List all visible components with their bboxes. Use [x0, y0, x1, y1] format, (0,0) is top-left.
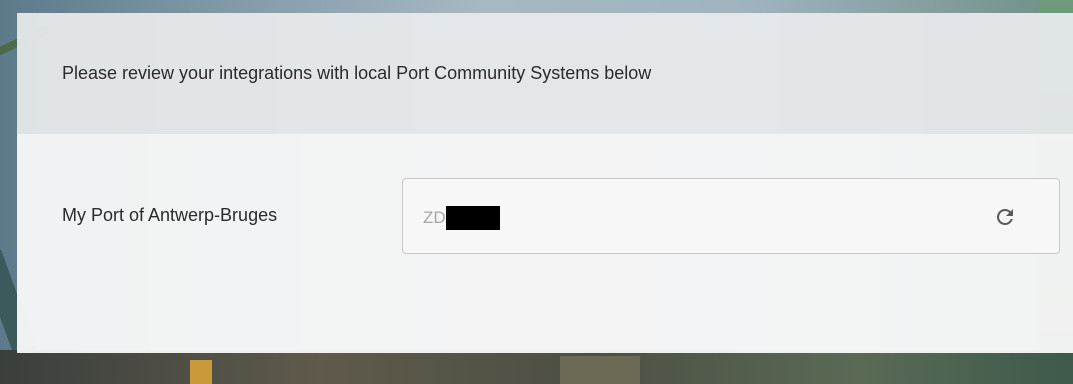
background-container — [190, 360, 212, 384]
integration-id-field[interactable]: ZD — [402, 178, 1060, 254]
panel-header: Please review your integrations with loc… — [17, 13, 1073, 134]
integrations-panel: Please review your integrations with loc… — [17, 13, 1073, 353]
background-ground — [0, 350, 1073, 384]
background-building — [560, 356, 640, 384]
refresh-button[interactable] — [991, 203, 1019, 231]
panel-body: My Port of Antwerp-Bruges ZD — [17, 134, 1073, 353]
panel-description: Please review your integrations with loc… — [62, 63, 652, 83]
integration-id-visible-text: ZD — [423, 208, 446, 227]
refresh-icon — [997, 209, 1013, 225]
integration-label: My Port of Antwerp-Bruges — [62, 205, 278, 225]
integration-id-value: ZD — [423, 206, 500, 230]
redaction-block — [445, 206, 500, 230]
